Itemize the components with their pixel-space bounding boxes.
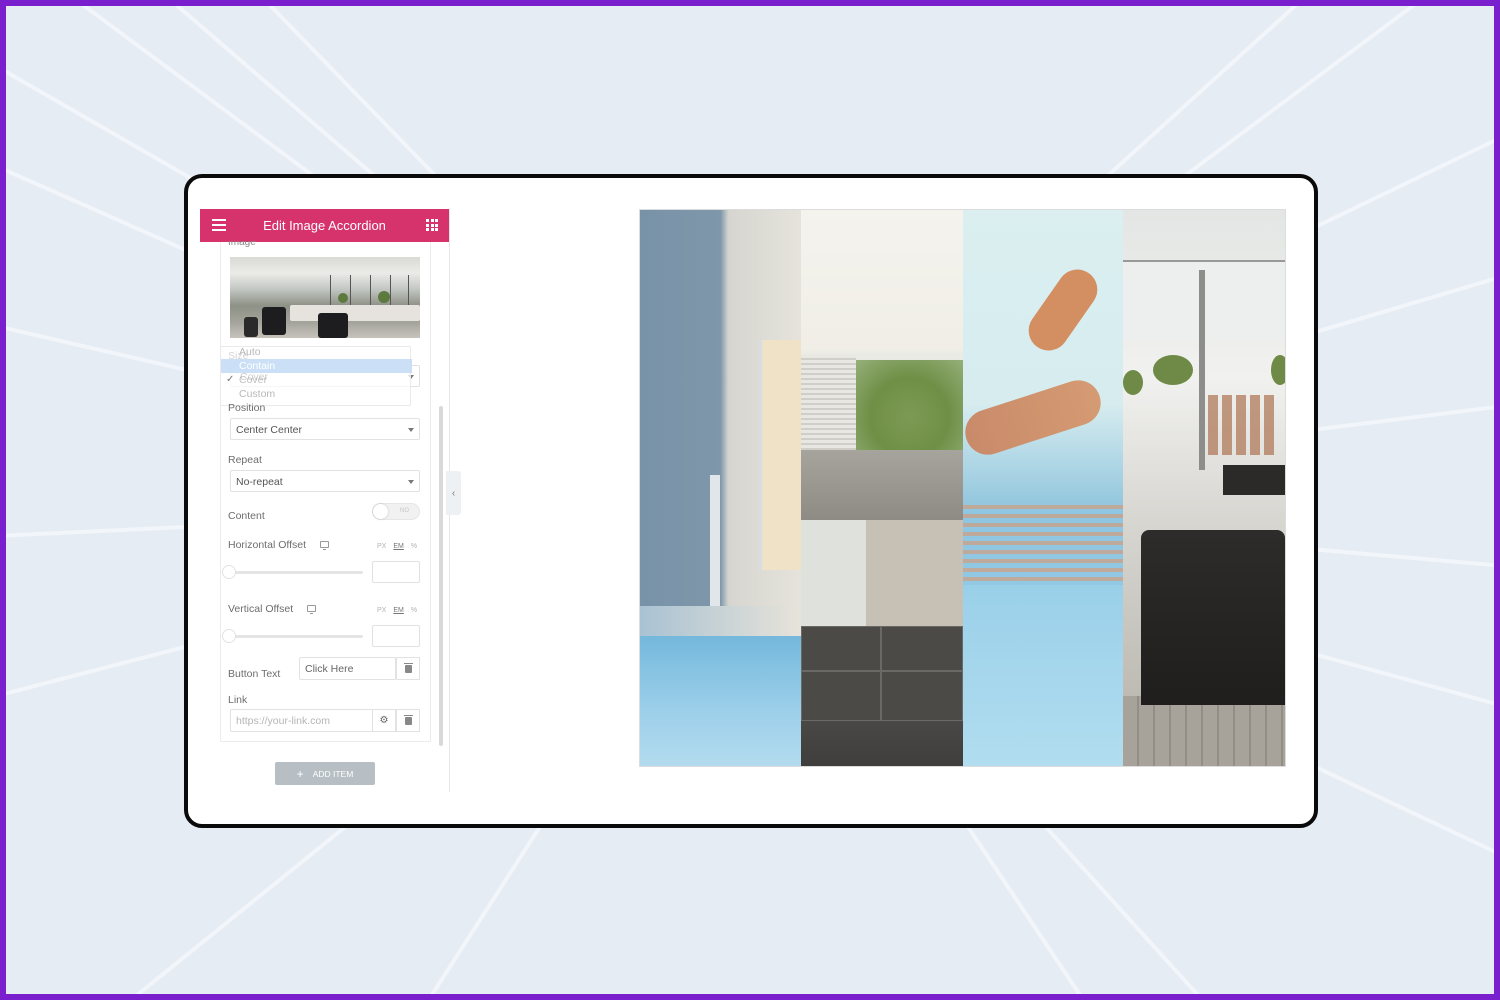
accordion-item-modern-house-pool[interactable]: [640, 210, 801, 766]
widgets-grid-icon[interactable]: [426, 219, 438, 231]
panel-header: Edit Image Accordion: [200, 209, 449, 242]
unit-em[interactable]: EM: [393, 607, 404, 614]
repeat-label: Repeat: [228, 454, 262, 466]
horizontal-offset-slider[interactable]: [230, 571, 363, 574]
desktop-icon[interactable]: [307, 605, 316, 614]
dynamic-tags-button[interactable]: [396, 657, 420, 680]
unit-px[interactable]: PX: [377, 543, 386, 550]
unit-px[interactable]: PX: [377, 607, 386, 614]
collapse-panel-button[interactable]: ‹: [446, 471, 461, 515]
database-icon: [403, 714, 413, 725]
image-label: Image: [228, 241, 256, 248]
repeat-select[interactable]: No-repeat: [230, 470, 420, 492]
position-select[interactable]: Center Center: [230, 418, 420, 440]
horizontal-offset-slider-handle[interactable]: [222, 565, 236, 579]
horizontal-offset-input[interactable]: [372, 561, 420, 583]
accordion-item-living-room-sofa[interactable]: [801, 210, 963, 766]
link-dynamic-tags-button[interactable]: [396, 709, 420, 732]
toggle-text: NO: [400, 508, 409, 514]
screenshot-window: Edit Image Accordion Image Size Cover Au…: [184, 174, 1318, 828]
plus-icon: +: [296, 766, 304, 781]
chevron-down-icon: [408, 480, 414, 484]
horizontal-offset-label: Horizontal Offset: [228, 539, 307, 551]
vertical-offset-slider-handle[interactable]: [222, 629, 236, 643]
button-text-label: Button Text: [228, 668, 281, 680]
chevron-down-icon: [408, 428, 414, 432]
button-text-input[interactable]: Click Here: [299, 657, 396, 680]
size-option-auto[interactable]: Auto: [239, 345, 261, 359]
accordion-item-woman-in-pool[interactable]: [963, 210, 1123, 766]
database-icon: [403, 662, 413, 673]
toggle-knob: [373, 504, 388, 519]
chevron-left-icon: ‹: [451, 487, 456, 499]
gear-icon: ⚙: [379, 714, 389, 726]
panel-scrollbar[interactable]: [439, 406, 443, 746]
repeat-value: No-repeat: [236, 476, 283, 488]
unit-em[interactable]: EM: [393, 543, 404, 550]
size-dropdown: Auto Contain ✓ Cover Custom: [220, 345, 412, 406]
position-label: Position: [228, 402, 266, 414]
accordion-item-interior-lounge[interactable]: [1123, 210, 1285, 766]
vertical-offset-slider[interactable]: [230, 635, 363, 638]
vertical-offset-units: PX EM %: [377, 607, 417, 614]
hamburger-menu-icon[interactable]: [212, 219, 226, 231]
link-label: Link: [228, 694, 248, 706]
unit-percent[interactable]: %: [411, 607, 417, 614]
image-accordion-preview: [639, 209, 1286, 767]
editor-panel: Edit Image Accordion Image Size Cover Au…: [200, 209, 450, 792]
desktop-icon[interactable]: [320, 541, 329, 550]
link-options-button[interactable]: ⚙: [372, 709, 396, 732]
content-label: Content: [228, 510, 265, 522]
content-toggle[interactable]: NO: [372, 503, 420, 520]
add-item-label: ADD ITEM: [312, 768, 354, 779]
panel-title: Edit Image Accordion: [263, 218, 386, 233]
position-value: Center Center: [236, 424, 302, 436]
image-thumbnail[interactable]: [230, 257, 420, 338]
vertical-offset-input[interactable]: [372, 625, 420, 647]
checkmark-icon: ✓: [226, 374, 235, 385]
horizontal-offset-units: PX EM %: [377, 543, 417, 550]
add-item-button[interactable]: + ADD ITEM: [275, 762, 375, 785]
link-input[interactable]: https://your-link.com: [230, 709, 373, 732]
size-option-contain[interactable]: Contain: [221, 359, 412, 373]
size-option-custom[interactable]: Custom: [239, 387, 275, 401]
size-option-cover[interactable]: Cover: [239, 373, 267, 387]
unit-percent[interactable]: %: [411, 543, 417, 550]
vertical-offset-label: Vertical Offset: [228, 603, 294, 615]
